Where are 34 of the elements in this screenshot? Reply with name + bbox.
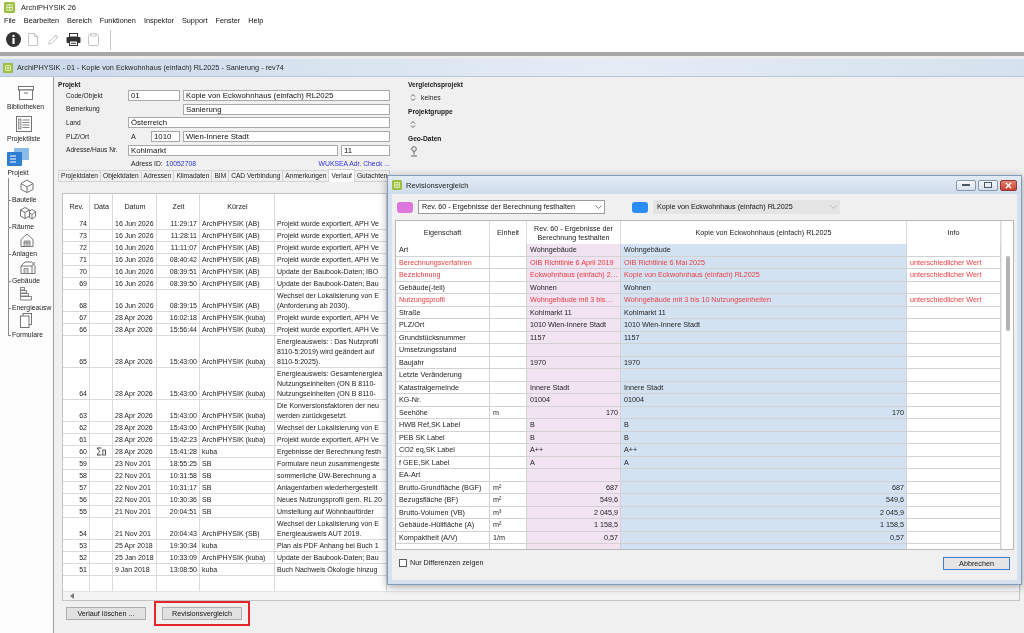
- archive-box-icon: [17, 86, 34, 100]
- checkbox[interactable]: [399, 559, 407, 567]
- printer-icon: [65, 33, 81, 46]
- minimize-icon: [962, 184, 970, 186]
- stacked-bars-icon: [20, 287, 32, 301]
- maximize-button[interactable]: [978, 179, 998, 191]
- folders-icon: [7, 148, 29, 166]
- close-icon: [1005, 181, 1012, 189]
- minimize-button[interactable]: [956, 179, 976, 191]
- clipboard-icon: [87, 33, 99, 46]
- cube-icon: [20, 179, 34, 193]
- building-icon: [20, 260, 36, 274]
- chevron-down-icon: [830, 205, 837, 209]
- up-down-chevron-icon[interactable]: [410, 120, 416, 129]
- horizontal-scrollbar[interactable]: [63, 591, 1019, 600]
- info-icon: [5, 32, 21, 47]
- arrow-left-icon: [70, 593, 74, 599]
- location-pin-icon[interactable]: [410, 146, 418, 157]
- close-button[interactable]: [1000, 179, 1017, 191]
- pencil-icon: [47, 34, 59, 45]
- maximize-icon: [984, 182, 992, 188]
- list-icon: [15, 116, 32, 132]
- documents-icon: [20, 313, 32, 328]
- house-icon: [20, 233, 34, 247]
- toolbar-button[interactable]: [3, 29, 23, 50]
- sum-icon: [96, 447, 106, 457]
- app-logo-icon: [4, 2, 15, 13]
- cubes-icon: [20, 206, 36, 220]
- document-icon: [28, 33, 38, 46]
- up-down-chevron-icon[interactable]: [410, 93, 416, 102]
- app-logo-icon: [392, 180, 402, 190]
- scrollbar[interactable]: [1001, 221, 1013, 549]
- chevron-down-icon: [595, 205, 602, 209]
- app-logo-icon: [3, 62, 13, 73]
